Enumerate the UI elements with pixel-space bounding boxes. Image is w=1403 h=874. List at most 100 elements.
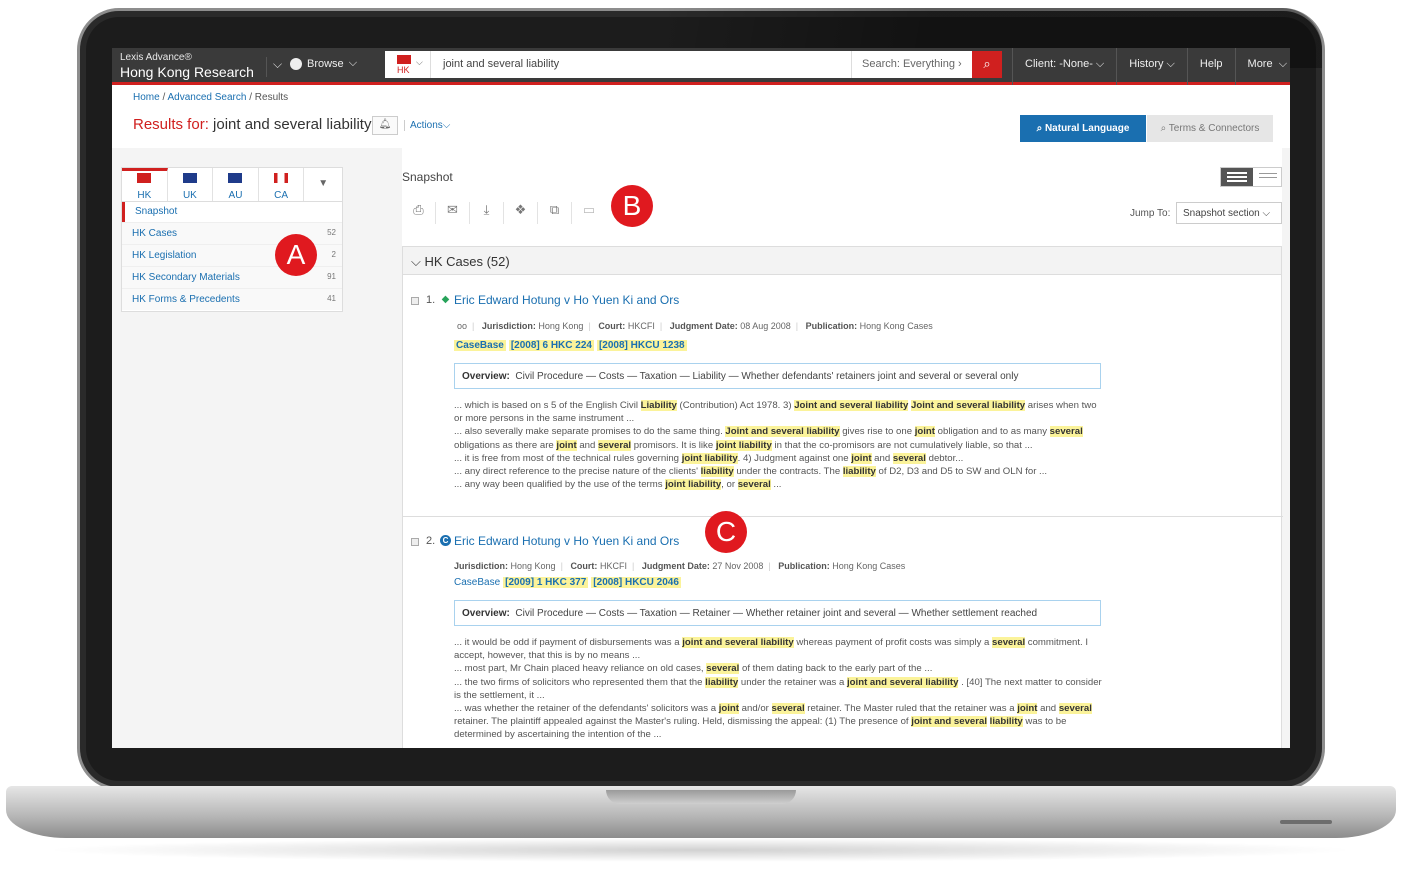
citation-link[interactable]: [2008] HKCU 2046 [591, 577, 681, 588]
meta-label: Judgment Date: [641, 561, 710, 571]
hk-flag-icon [137, 173, 152, 183]
search-button[interactable]: ⌕ [972, 51, 1002, 78]
result-citations: CaseBase [2009] 1 HKC 377 [2008] HKCU 2046 [454, 577, 681, 588]
main-content: Snapshot ⎙ ✉ ⤓ ❖ ⧉ ▭ Jump To: Snapshot s… [402, 148, 1283, 748]
section-heading-label: HK Cases (52) [424, 254, 510, 269]
sidebar-item-count: 2 [331, 250, 336, 259]
view-toggle[interactable] [1220, 167, 1282, 187]
result-checkbox[interactable] [411, 538, 419, 546]
laptop-notch [606, 790, 796, 804]
chevron-down-icon: ⌵ [348, 57, 358, 69]
citation-link[interactable]: [2009] 1 HKC 377 [503, 577, 589, 588]
jurisdiction-selector[interactable]: HK ⌵ [385, 51, 431, 78]
tab-ca[interactable]: CA [259, 168, 305, 201]
meta-value: HKCFI [627, 321, 655, 331]
breadcrumb-home[interactable]: Home [133, 92, 160, 103]
tab-au[interactable]: AU [213, 168, 259, 201]
result-citations: CaseBase [2008] 6 HKC 224 [2008] HKCU 1238 [454, 340, 687, 351]
actions-menu[interactable]: Actions⌵ [404, 120, 450, 131]
natural-language-button[interactable]: ⌕ Natural Language [1020, 115, 1146, 142]
meta-value: HKCFI [599, 561, 627, 571]
sidebar-item-hk-forms[interactable]: HK Forms & Precedents 41 [122, 288, 342, 310]
sidebar-item-label: HK Forms & Precedents [132, 294, 240, 305]
search-scope-selector[interactable]: Search: Everything › [851, 51, 971, 78]
citation-link[interactable]: [2008] 6 HKC 224 [508, 340, 594, 351]
breadcrumb: Home / Advanced Search / Results [133, 92, 289, 103]
document-icon[interactable]: ▭ [572, 202, 606, 224]
callout-a: A [275, 234, 317, 276]
nav-history[interactable]: History ⌵ [1116, 48, 1187, 85]
email-icon[interactable]: ✉ [436, 202, 470, 224]
signal-diamond-icon[interactable]: ◆ [440, 294, 451, 305]
nav-help[interactable]: Help [1186, 48, 1235, 85]
chevron-down-icon: ⌵ [416, 57, 423, 67]
meta-label: Court: [570, 561, 598, 571]
result-snippet: ... which is based on s 5 of the English… [454, 400, 1097, 491]
browse-menu[interactable]: Browse ⌵ [290, 57, 357, 70]
meta-label: Judgment Date: [669, 321, 738, 331]
meta-value: Hong Kong [510, 561, 556, 571]
dropbox-icon[interactable]: ❖ [504, 202, 538, 224]
sidebar-item-label: HK Cases [132, 228, 178, 239]
sidebar-item-label: HK Legislation [132, 250, 197, 261]
signal-c-icon[interactable]: C [440, 535, 451, 546]
tab-hk[interactable]: HK [122, 168, 168, 201]
snapshot-title: Snapshot [402, 170, 453, 184]
top-nav: Client: -None- ⌵ History ⌵ Help More ⌵ [1012, 48, 1290, 85]
jump-to-value: Snapshot section [1183, 208, 1260, 219]
terms-connectors-label: Terms & Connectors [1168, 123, 1260, 134]
tab-ca-label: CA [274, 190, 289, 201]
result-title-link[interactable]: Eric Edward Hotung v Ho Yuen Ki and Ors [454, 293, 679, 307]
globe-icon [290, 57, 302, 70]
sidebar-item-count: 41 [327, 294, 336, 303]
overview-text: Civil Procedure — Costs — Taxation — Lia… [515, 371, 1019, 382]
citation-link[interactable]: [2008] HKCU 1238 [596, 340, 687, 351]
more-jurisdictions-chevron-icon[interactable]: ▼ [304, 168, 342, 201]
jump-to-select[interactable]: Snapshot section ⌵ [1176, 202, 1282, 224]
meta-label: Publication: [778, 561, 830, 571]
page-title: Results for: joint and several liability [133, 116, 371, 133]
nav-more[interactable]: More ⌵ [1234, 48, 1290, 85]
casebase-link[interactable]: CaseBase [454, 577, 500, 588]
breadcrumb-current: Results [254, 92, 289, 103]
result-title-link[interactable]: Eric Edward Hotung v Ho Yuen Ki and Ors [454, 534, 679, 548]
laptop-slot [1280, 820, 1332, 824]
sidebar-item-snapshot[interactable]: Snapshot [122, 202, 342, 222]
result-overview: Overview: Civil Procedure — Costs — Taxa… [454, 363, 1101, 389]
product-switcher-chevron-icon[interactable]: ⌵ [266, 57, 288, 77]
result-checkbox[interactable] [411, 297, 419, 305]
breadcrumb-advanced-search[interactable]: Advanced Search [167, 92, 246, 103]
au-flag-icon [228, 173, 243, 183]
meta-label: Court: [598, 321, 626, 331]
result-overview: Overview: Civil Procedure — Costs — Taxa… [454, 600, 1101, 626]
copy-icon[interactable]: ⧉ [538, 202, 572, 224]
results-list: 1. ◆ Eric Edward Hotung v Ho Yuen Ki and… [402, 275, 1283, 748]
result-meta: Jurisdiction: Hong Kong | Court: HKCFI | J… [454, 561, 906, 571]
alert-button[interactable]: 🔔︎ [372, 116, 398, 135]
search-scope-label: Search: Everything [862, 58, 955, 70]
brand-logo[interactable]: Lexis Advance® Hong Kong Research [120, 52, 254, 80]
natural-language-label: Natural Language [1044, 123, 1130, 134]
nav-client[interactable]: Client: -None- ⌵ [1012, 48, 1116, 85]
section-heading[interactable]: ⌵ HK Cases (52) [402, 246, 1282, 275]
overview-label: Overview: [462, 608, 510, 619]
search-input[interactable]: joint and several liability [443, 58, 559, 70]
meta-label: Jurisdiction: [454, 561, 509, 571]
search-icon: ⌕ [983, 56, 991, 71]
meta-value: Hong Kong Cases [832, 561, 906, 571]
casebase-link[interactable]: CaseBase [454, 340, 506, 351]
nav-more-label: More [1247, 58, 1273, 70]
sidebar-item-count: 91 [327, 272, 336, 281]
brand-line1: Lexis Advance® [120, 52, 192, 63]
uk-flag-icon [182, 173, 197, 183]
view-list-icon[interactable] [1221, 168, 1253, 186]
overview-text: Civil Procedure — Costs — Taxation — Ret… [515, 608, 1038, 619]
download-icon[interactable]: ⤓ [470, 202, 504, 224]
callout-b: B [611, 185, 653, 227]
glasses-icon: oo [457, 321, 468, 331]
terms-connectors-button[interactable]: ⌕ Terms & Connectors [1147, 115, 1273, 142]
tab-uk[interactable]: UK [168, 168, 214, 201]
result-meta: oo | Jurisdiction: Hong Kong | Court: HKCF… [457, 321, 933, 331]
tab-uk-label: UK [182, 190, 197, 201]
print-icon[interactable]: ⎙ [402, 202, 436, 224]
